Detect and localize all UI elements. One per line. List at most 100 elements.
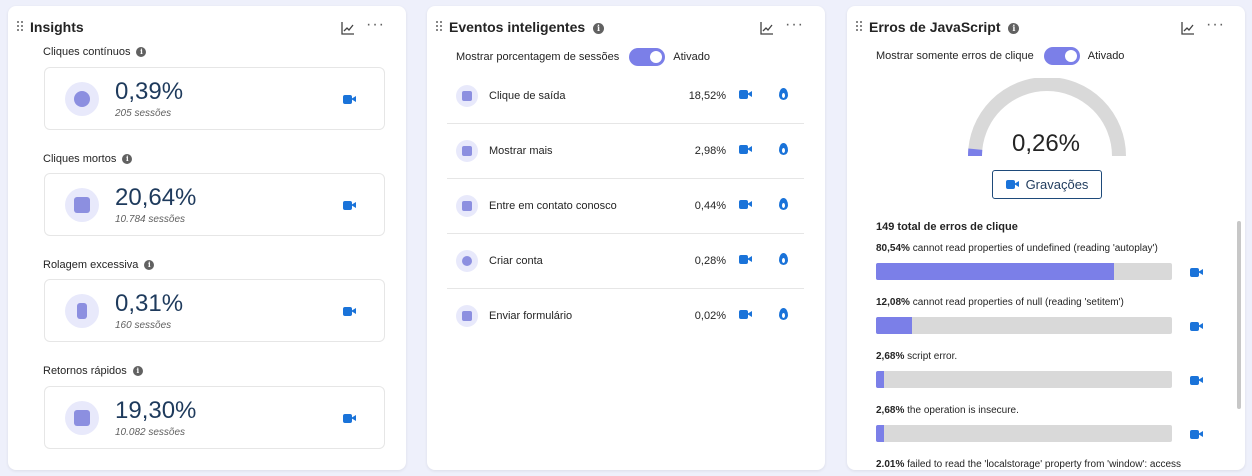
error-text: 2.01% failed to read the 'localstorage' … bbox=[876, 459, 1182, 470]
toggle-label: Mostrar porcentagem de sessões bbox=[456, 51, 620, 63]
info-icon[interactable]: i bbox=[593, 22, 605, 34]
video-recording-icon[interactable] bbox=[343, 95, 356, 104]
insight-card-dead-clicks[interactable]: 20,64% 10.784 sessões bbox=[44, 173, 385, 236]
heatmap-icon[interactable] bbox=[779, 88, 788, 100]
javascript-errors-title: Erros de JavaScript i bbox=[869, 19, 1020, 35]
insight-card-continuous-clicks[interactable]: 0,39% 205 sessões bbox=[44, 67, 385, 130]
error-text: 2,68% the operation is insecure. bbox=[876, 405, 1019, 416]
smart-events-header: Eventos inteligentes i ··· bbox=[427, 16, 825, 40]
info-icon[interactable]: i bbox=[132, 366, 143, 377]
trend-chart-icon[interactable] bbox=[759, 20, 775, 36]
video-recording-icon[interactable] bbox=[343, 307, 356, 316]
trend-chart-icon[interactable] bbox=[1180, 20, 1196, 36]
exit-click-icon bbox=[456, 85, 478, 107]
video-recording-icon[interactable] bbox=[1190, 430, 1203, 439]
video-recording-icon[interactable] bbox=[739, 310, 752, 319]
error-bar-fill bbox=[876, 425, 884, 442]
event-percentage: 0,02% bbox=[694, 310, 726, 322]
more-options-icon[interactable]: ··· bbox=[785, 16, 804, 34]
toggle-state: Ativado bbox=[1087, 50, 1125, 62]
insight-label-continuous-clicks: Cliques contínuos i bbox=[43, 46, 147, 58]
video-recording-icon[interactable] bbox=[739, 200, 752, 209]
total-click-errors: 149 total de erros de clique bbox=[876, 221, 1018, 233]
error-bar bbox=[876, 263, 1172, 280]
insights-title: Insights bbox=[30, 19, 84, 35]
toggle-label: Mostrar somente erros de clique bbox=[876, 50, 1034, 62]
error-item[interactable]: 2.01% failed to read the 'localstorage' … bbox=[876, 459, 1216, 470]
event-percentage: 0,28% bbox=[694, 255, 726, 267]
video-recording-icon bbox=[1005, 180, 1019, 189]
error-text: 80,54% cannot read properties of undefin… bbox=[876, 243, 1158, 254]
javascript-errors-header: Erros de JavaScript i ··· bbox=[847, 16, 1245, 40]
frustrated-face-icon bbox=[65, 82, 99, 116]
javascript-errors-card: Erros de JavaScript i ··· Mostrar soment… bbox=[847, 6, 1245, 470]
event-row[interactable]: Criar conta 0,28% bbox=[447, 234, 804, 289]
video-recording-icon[interactable] bbox=[1190, 268, 1203, 277]
event-row[interactable]: Entre em contato conosco 0,44% bbox=[447, 179, 804, 234]
insights-header: Insights ··· bbox=[8, 16, 406, 40]
video-recording-icon[interactable] bbox=[739, 90, 752, 99]
error-bar bbox=[876, 371, 1172, 388]
info-icon[interactable]: i bbox=[144, 260, 155, 271]
video-recording-icon[interactable] bbox=[343, 414, 356, 423]
scrollbar[interactable] bbox=[1237, 221, 1241, 409]
video-recording-icon[interactable] bbox=[739, 145, 752, 154]
drag-handle-icon[interactable] bbox=[436, 21, 443, 33]
error-item[interactable]: 12,08% cannot read properties of null (r… bbox=[876, 297, 1216, 334]
info-icon[interactable]: i bbox=[1008, 22, 1020, 34]
video-recording-icon[interactable] bbox=[1190, 376, 1203, 385]
quick-back-icon bbox=[65, 401, 99, 435]
session-percentage-toggle-row: Mostrar porcentagem de sessões Ativado bbox=[456, 48, 710, 66]
toggle-state: Ativado bbox=[673, 51, 710, 63]
video-recording-icon[interactable] bbox=[1190, 322, 1203, 331]
event-row[interactable]: Mostrar mais 2,98% bbox=[447, 124, 804, 179]
trend-chart-icon[interactable] bbox=[340, 20, 356, 36]
insight-value: 19,30% bbox=[115, 397, 197, 424]
insight-card-quick-backs[interactable]: 19,30% 10.082 sessões bbox=[44, 386, 385, 449]
dead-click-cursor-icon bbox=[65, 188, 99, 222]
insight-sessions: 205 sessões bbox=[115, 108, 172, 119]
insight-label-dead-clicks: Cliques mortos i bbox=[43, 153, 133, 165]
video-recording-icon[interactable] bbox=[343, 201, 356, 210]
info-icon[interactable]: i bbox=[122, 154, 133, 165]
heatmap-icon[interactable] bbox=[779, 143, 788, 155]
insight-value: 20,64% bbox=[115, 184, 197, 211]
event-label: Mostrar mais bbox=[489, 145, 553, 157]
info-icon[interactable]: i bbox=[136, 47, 147, 58]
more-options-icon[interactable]: ··· bbox=[1206, 16, 1225, 34]
error-text: 2,68% script error. bbox=[876, 351, 958, 362]
error-item[interactable]: 2,68% script error. bbox=[876, 351, 1216, 388]
error-bar-fill bbox=[876, 371, 884, 388]
click-errors-toggle[interactable] bbox=[1043, 47, 1080, 65]
recordings-button-label: Gravações bbox=[1025, 177, 1089, 192]
scroll-icon bbox=[65, 294, 99, 328]
show-more-icon bbox=[456, 140, 478, 162]
insight-sessions: 10.784 sessões bbox=[115, 214, 186, 225]
drag-handle-icon[interactable] bbox=[856, 21, 863, 33]
smart-events-card: Eventos inteligentes i ··· Mostrar porce… bbox=[427, 6, 825, 470]
event-row[interactable]: Enviar formulário 0,02% bbox=[447, 289, 804, 344]
event-row[interactable]: Clique de saída 18,52% bbox=[447, 69, 804, 124]
error-text: 12,08% cannot read properties of null (r… bbox=[876, 297, 1124, 308]
more-options-icon[interactable]: ··· bbox=[366, 16, 385, 34]
heatmap-icon[interactable] bbox=[779, 198, 788, 210]
error-bar-fill bbox=[876, 263, 1115, 280]
insight-card-excessive-scroll[interactable]: 0,31% 160 sessões bbox=[44, 279, 385, 342]
insight-value: 0,39% bbox=[115, 78, 184, 105]
error-bar bbox=[876, 425, 1172, 442]
smart-events-title: Eventos inteligentes i bbox=[449, 19, 605, 35]
drag-handle-icon[interactable] bbox=[17, 21, 24, 33]
error-item[interactable]: 80,54% cannot read properties of undefin… bbox=[876, 243, 1216, 280]
event-label: Enviar formulário bbox=[489, 310, 573, 322]
heatmap-icon[interactable] bbox=[779, 253, 788, 265]
insights-card: Insights ··· Cliques contínuos i 0,39% 20… bbox=[8, 6, 406, 470]
session-percentage-toggle[interactable] bbox=[629, 48, 666, 66]
recordings-button[interactable]: Gravações bbox=[992, 170, 1102, 199]
heatmap-icon[interactable] bbox=[779, 308, 788, 320]
contact-card-icon bbox=[456, 195, 478, 217]
error-item[interactable]: 2,68% the operation is insecure. bbox=[876, 405, 1216, 442]
event-percentage: 18,52% bbox=[688, 90, 726, 102]
insight-sessions: 10.082 sessões bbox=[115, 427, 186, 438]
video-recording-icon[interactable] bbox=[739, 255, 752, 264]
event-percentage: 0,44% bbox=[694, 200, 726, 212]
